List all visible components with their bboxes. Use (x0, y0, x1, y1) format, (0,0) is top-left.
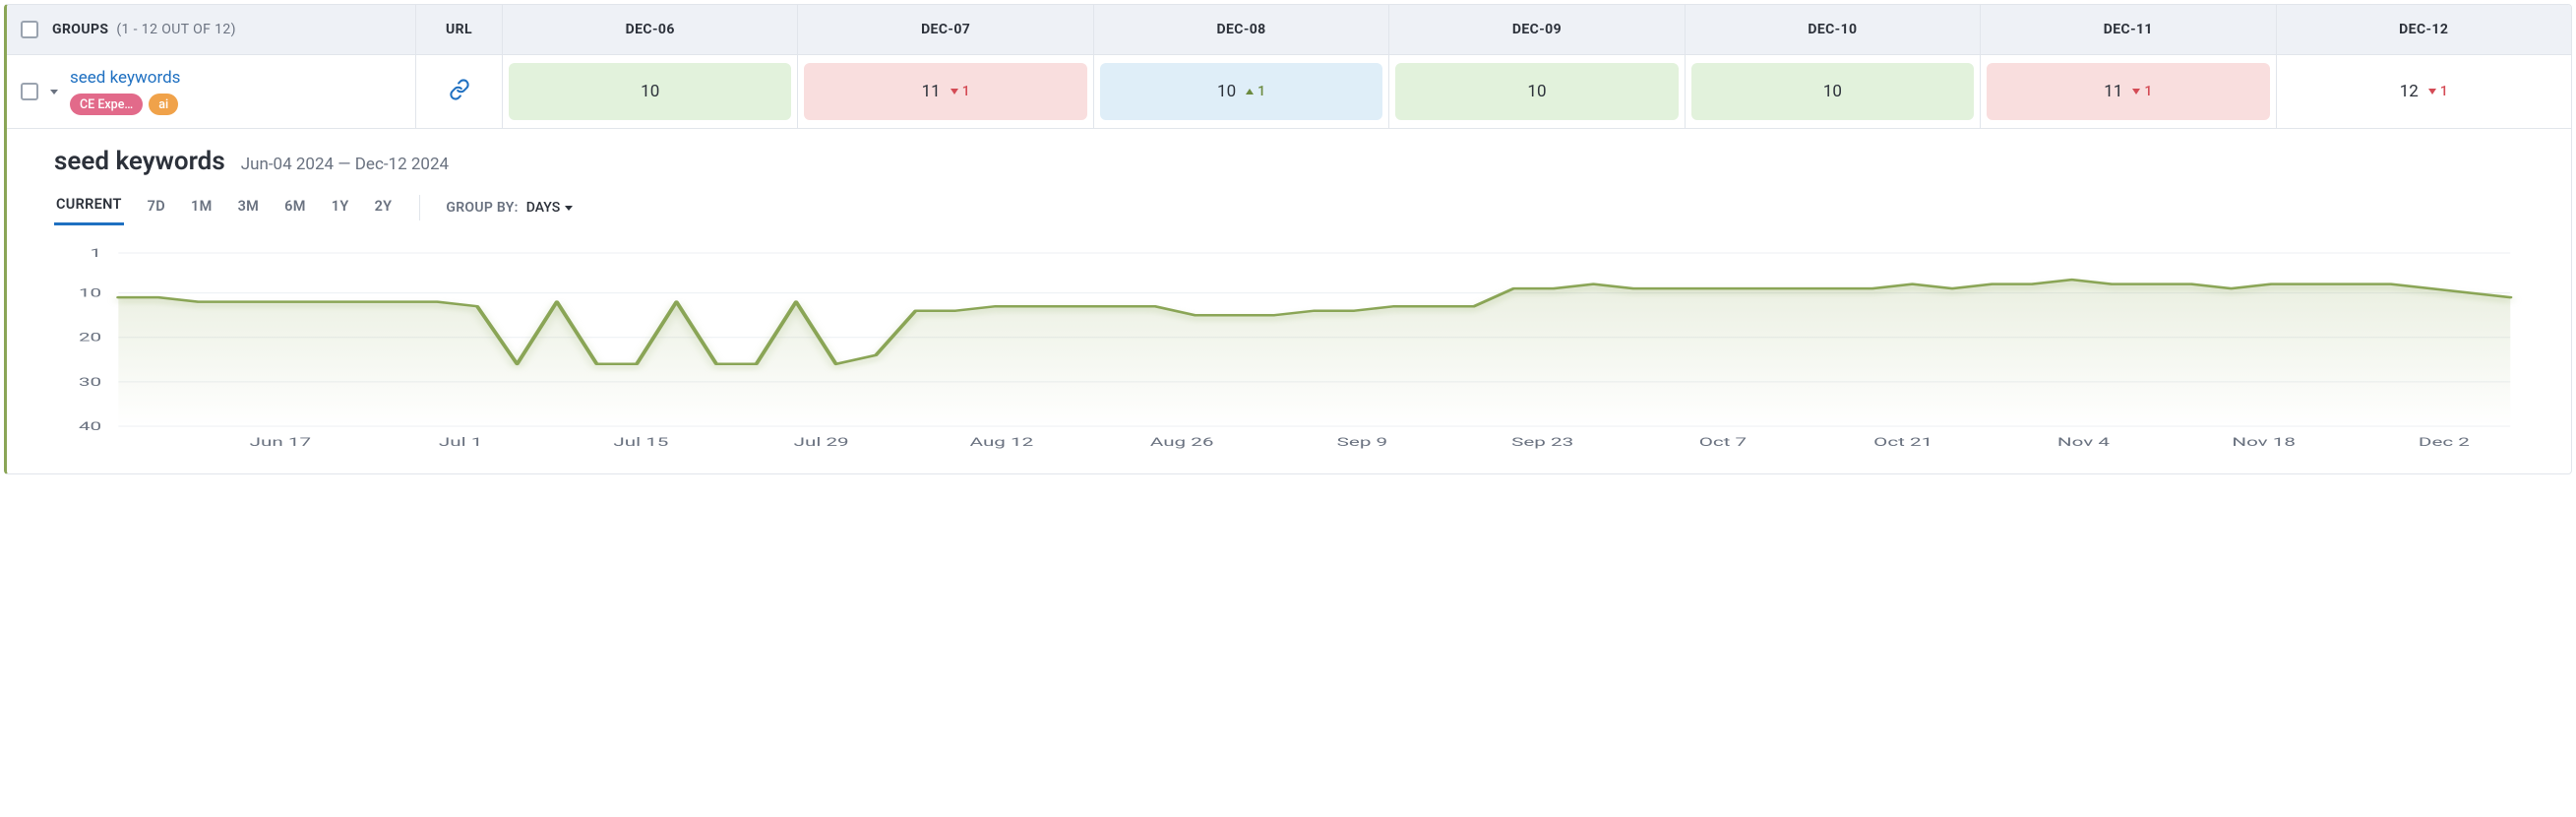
range-tab-1y[interactable]: 1Y (330, 192, 351, 224)
rank-value: 10 (1217, 82, 1236, 101)
rank-cell: 10 (1691, 63, 1974, 120)
table-row: seed keywords CE Expe… ai 10 111 101 10 … (7, 55, 2571, 129)
rank-cell: 12 1 (2283, 63, 2565, 120)
cell-url (416, 55, 503, 128)
range-tab-6m[interactable]: 6M (282, 192, 308, 224)
svg-text:Sep 9: Sep 9 (1337, 435, 1387, 449)
column-date[interactable]: DEC-08 (1094, 5, 1389, 54)
range-tab-1m[interactable]: 1M (189, 192, 215, 224)
range-tab-3m[interactable]: 3M (236, 192, 262, 224)
svg-text:Jul 29: Jul 29 (794, 435, 849, 449)
row-checkbox[interactable] (21, 83, 38, 100)
groups-count: (1 - 12 OUT OF 12) (116, 22, 236, 37)
svg-text:Oct 21: Oct 21 (1873, 435, 1932, 449)
svg-text:Sep 23: Sep 23 (1511, 435, 1573, 449)
svg-text:Nov 4: Nov 4 (2057, 435, 2111, 449)
svg-text:Aug 26: Aug 26 (1150, 435, 1214, 449)
svg-text:Dec 2: Dec 2 (2419, 435, 2470, 449)
range-tab-2y[interactable]: 2Y (373, 192, 395, 224)
rank-cell: 10 1 (1100, 63, 1382, 120)
triangle-down-icon (951, 89, 958, 94)
group-by-control[interactable]: GROUP BY: DAYS (446, 200, 573, 216)
column-date[interactable]: DEC-12 (2277, 5, 2571, 54)
detail-date-range: Jun-04 2024 — Dec-12 2024 (241, 155, 449, 174)
select-all-checkbox[interactable] (21, 21, 38, 38)
triangle-down-icon (2428, 89, 2436, 94)
rank-value: 10 (641, 82, 659, 101)
detail-panel: seed keywords Jun-04 2024 — Dec-12 2024 … (7, 129, 2571, 473)
svg-text:20: 20 (79, 331, 101, 345)
cell-name: seed keywords CE Expe… ai (7, 55, 416, 128)
svg-text:Jun 17: Jun 17 (250, 435, 311, 449)
tag-badges: CE Expe… ai (70, 94, 180, 115)
rank-cell: 10 (1395, 63, 1678, 120)
delta: 1 (951, 84, 970, 99)
link-icon[interactable] (449, 79, 470, 104)
svg-text:Jul 15: Jul 15 (613, 435, 668, 449)
range-tab-7d[interactable]: 7D (146, 192, 167, 224)
svg-text:1: 1 (91, 247, 102, 261)
rank-cell: 111 (804, 63, 1086, 120)
svg-text:Oct 7: Oct 7 (1699, 435, 1747, 449)
rank-value: 11 (2104, 82, 2122, 101)
rank-value: 11 (922, 82, 941, 101)
svg-text:40: 40 (79, 419, 101, 433)
delta: 1 (2428, 84, 2448, 99)
rank-cell: 10 (509, 63, 791, 120)
table-header: GROUPS (1 - 12 OUT OF 12) URL DEC-06 DEC… (7, 5, 2571, 55)
delta: 1 (1246, 84, 1265, 99)
rank-value: 10 (1527, 82, 1546, 101)
svg-text:Nov 18: Nov 18 (2232, 435, 2296, 449)
expand-toggle-icon[interactable] (50, 90, 58, 94)
rank-value: 10 (1823, 82, 1842, 101)
column-date[interactable]: DEC-09 (1389, 5, 1685, 54)
keyword-link[interactable]: seed keywords (70, 68, 180, 88)
groups-label: GROUPS (52, 22, 108, 37)
tag-badge[interactable]: ai (149, 94, 178, 115)
chevron-down-icon (565, 206, 573, 211)
range-tabs: CURRENT 7D 1M 3M 6M 1Y 2Y (54, 190, 394, 225)
svg-text:Aug 12: Aug 12 (970, 435, 1034, 449)
column-url: URL (416, 5, 503, 54)
rank-value: 12 (2400, 82, 2419, 101)
delta: 1 (2132, 84, 2152, 99)
column-date[interactable]: DEC-07 (798, 5, 1093, 54)
triangle-down-icon (2132, 89, 2140, 94)
detail-title: seed keywords (54, 147, 225, 176)
range-tab-current[interactable]: CURRENT (54, 190, 124, 225)
rank-chart: 1 10 20 30 40 Jun 17 Jul 1 Jul 15 Jul 29 Aug 12 A… (54, 247, 2524, 454)
column-date[interactable]: DEC-10 (1686, 5, 1981, 54)
column-date[interactable]: DEC-06 (503, 5, 798, 54)
column-groups: GROUPS (1 - 12 OUT OF 12) (7, 5, 416, 54)
svg-text:10: 10 (79, 286, 101, 300)
divider (419, 195, 420, 220)
column-date[interactable]: DEC-11 (1981, 5, 2276, 54)
rank-cell: 111 (1987, 63, 2269, 120)
tag-badge[interactable]: CE Expe… (70, 94, 143, 115)
group-by-value[interactable]: DAYS (526, 200, 573, 216)
group-by-label: GROUP BY: (446, 200, 518, 216)
svg-text:30: 30 (79, 375, 101, 389)
svg-text:Jul 1: Jul 1 (439, 435, 482, 449)
triangle-up-icon (1246, 89, 1254, 94)
